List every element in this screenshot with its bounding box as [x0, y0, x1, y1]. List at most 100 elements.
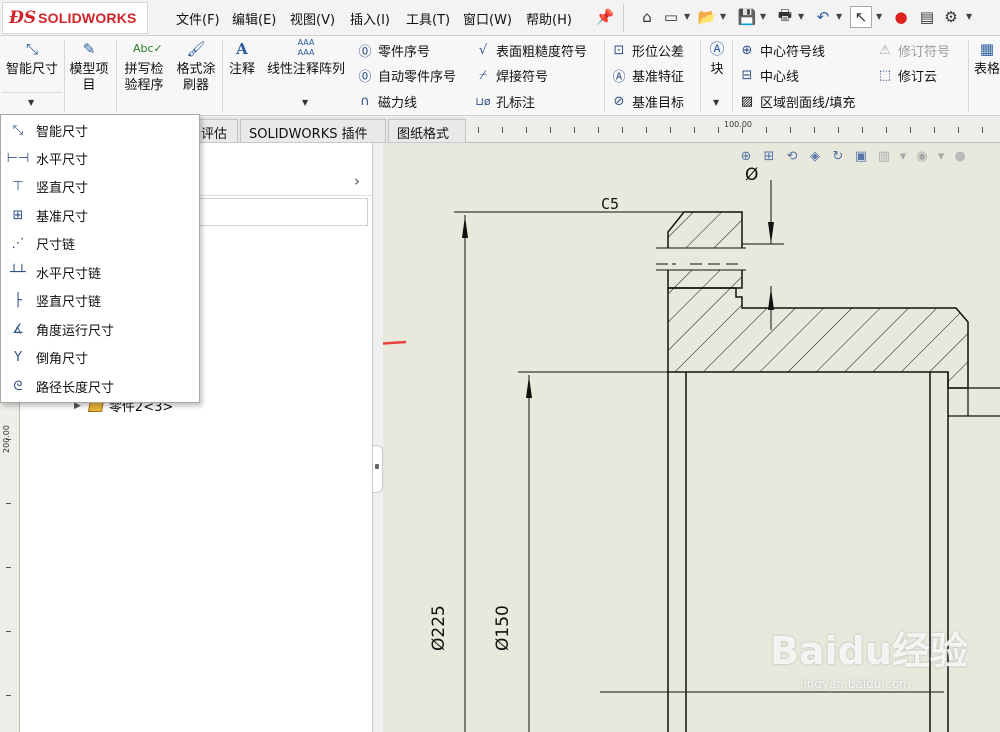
view-orientation-icon[interactable]: ▣	[851, 147, 871, 167]
tab-sheet-format[interactable]: 图纸格式	[388, 119, 466, 142]
auto-balloon-button[interactable]: ⓪ 自动零件序号	[356, 66, 456, 85]
appearance-icon[interactable]: ●	[950, 147, 970, 167]
menu-item-horizontal-dimension[interactable]: ⊢⊣ 水平尺寸	[2, 144, 198, 172]
revision-cloud-button[interactable]: ⬚ 修订云	[876, 66, 937, 85]
menu-item-label: 智能尺寸	[36, 124, 89, 140]
hide-show-icon[interactable]: ◉	[912, 147, 932, 167]
chevron-down-icon[interactable]: ▼	[720, 12, 726, 21]
format-painter-label: 格式涂刷器	[176, 62, 216, 93]
block-button[interactable]: Ⓐ 块	[704, 38, 730, 78]
menu-help[interactable]: 帮助(H)	[526, 9, 572, 28]
menu-tools[interactable]: 工具(T)	[406, 9, 450, 28]
rebuild-icon[interactable]: ●	[890, 6, 912, 28]
diameter-dimension-symbol[interactable]: Ø	[745, 165, 758, 185]
display-style-icon[interactable]: ▥	[874, 147, 894, 167]
menu-file[interactable]: 文件(F)	[176, 9, 220, 28]
menu-item-chamfer-dimension[interactable]: Y 倒角尺寸	[2, 343, 198, 371]
chevron-down-icon[interactable]: ▾	[935, 147, 947, 167]
table-button[interactable]: ▦ 表格	[972, 38, 1000, 78]
menu-item-ordinate-dimension[interactable]: ⋰ 尺寸链	[2, 229, 198, 257]
home-icon[interactable]: ⌂	[636, 6, 658, 28]
panel-splitter-handle[interactable]	[373, 445, 383, 493]
magnetic-line-button[interactable]: ∩ 磁力线	[356, 92, 417, 111]
hole-callout-button[interactable]: ⊔ø 孔标注	[474, 92, 535, 111]
rotate-icon[interactable]: ↻	[828, 147, 848, 167]
dimension-arrow	[462, 216, 468, 238]
dimension-225-label[interactable]: Ø225	[429, 591, 449, 651]
save-icon[interactable]: 💾	[736, 6, 758, 28]
chevron-down-icon[interactable]: ▾	[897, 147, 909, 167]
menu-item-path-length[interactable]: ᘓ 路径长度尺寸	[2, 372, 198, 400]
datum-feature-button[interactable]: Ⓐ 基准特征	[610, 66, 684, 85]
toolbar-separator	[623, 4, 624, 32]
ribbon-separator	[968, 40, 969, 112]
surface-finish-button[interactable]: √ 表面粗糙度符号	[474, 41, 587, 60]
smart-dimension-button[interactable]: ⤡ 智能尺寸	[2, 38, 62, 78]
center-mark-button[interactable]: ⊕ 中心符号线	[738, 41, 825, 60]
menu-insert[interactable]: 插入(I)	[350, 9, 390, 28]
chevron-down-icon[interactable]: ▼	[876, 12, 882, 21]
area-hatch-button[interactable]: ▨ 区域剖面线/填充	[738, 92, 856, 111]
centerline-button[interactable]: ⊟ 中心线	[738, 66, 799, 85]
dimension-150-label[interactable]: Ø150	[493, 591, 513, 651]
chevron-down-icon[interactable]: ▼	[836, 12, 842, 21]
geometric-tolerance-button[interactable]: ⊡ 形位公差	[610, 41, 684, 60]
chevron-down-icon[interactable]: ▼	[684, 12, 690, 21]
chevron-down-icon[interactable]: ▼	[713, 98, 719, 107]
filter-input[interactable]	[198, 198, 368, 226]
balloon-button[interactable]: ⓪ 零件序号	[356, 41, 430, 60]
vertical-dimension-icon: ⊤	[12, 178, 24, 194]
new-document-icon[interactable]: ▭	[660, 6, 682, 28]
section-view-icon[interactable]: ◈	[805, 147, 825, 167]
horizontal-ruler: 100.00	[466, 117, 1000, 143]
print-icon[interactable]: 🖶	[774, 6, 796, 28]
ruler-v-label: 200.00	[2, 425, 11, 453]
chevron-down-icon[interactable]: ▼	[760, 12, 766, 21]
menu-item-angular-running[interactable]: ∡ 角度运行尺寸	[2, 315, 198, 343]
chevron-right-icon[interactable]: ›	[354, 172, 360, 190]
menu-edit[interactable]: 编辑(E)	[232, 9, 276, 28]
zoom-to-area-icon[interactable]: ⊞	[759, 147, 779, 167]
solidworks-logo[interactable]: ƉS SOLIDWORKS	[2, 2, 148, 34]
tab-evaluate[interactable]: 评估	[196, 119, 238, 142]
menu-item-baseline-dimension[interactable]: ⊞ 基准尺寸	[2, 201, 198, 229]
settings-icon[interactable]: ⚙	[940, 6, 962, 28]
pin-icon[interactable]: 📌	[594, 6, 616, 28]
ds-logo-mark: ƉS	[9, 8, 37, 28]
menu-view[interactable]: 视图(V)	[290, 9, 335, 28]
menu-item-horizontal-ordinate[interactable]: ┴┴ 水平尺寸链	[2, 258, 198, 286]
datum-target-button[interactable]: ⊘ 基准目标	[610, 92, 684, 111]
chevron-down-icon[interactable]: ▼	[798, 12, 804, 21]
weld-symbol-icon: ⌿	[479, 68, 487, 83]
undo-icon[interactable]: ↶	[812, 6, 834, 28]
model-items-button[interactable]: ✎ 模型项目	[66, 38, 112, 94]
previous-view-icon[interactable]: ⟲	[782, 147, 802, 167]
note-button[interactable]: A 注释	[226, 38, 258, 78]
format-painter-button[interactable]: 🖌 格式涂刷器	[172, 38, 220, 94]
center-mark-label: 中心符号线	[760, 45, 826, 60]
table-icon: ▦	[979, 40, 995, 58]
chevron-down-icon[interactable]: ▼	[302, 98, 308, 107]
revision-symbol-button[interactable]: ⚠ 修订符号	[876, 41, 950, 60]
tab-solidworks-addins[interactable]: SOLIDWORKS 插件	[240, 119, 386, 142]
menu-item-vertical-dimension[interactable]: ⊤ 竖直尺寸	[2, 172, 198, 200]
ordinate-dimension-icon: ⋰	[11, 235, 25, 251]
chevron-down-icon[interactable]: ▼	[966, 12, 972, 21]
datum-feature-icon: Ⓐ	[612, 70, 626, 85]
menu-item-vertical-ordinate[interactable]: ├ 竖直尺寸链	[2, 286, 198, 314]
menu-window[interactable]: 窗口(W)	[463, 9, 512, 28]
smart-dimension-dropdown[interactable]: ▼	[2, 92, 62, 112]
open-icon[interactable]: 📂	[696, 6, 718, 28]
weld-symbol-button[interactable]: ⌿ 焊接符号	[474, 66, 548, 85]
revision-symbol-icon: ⚠	[879, 43, 891, 58]
menu-item-smart-dimension[interactable]: ⤡ 智能尺寸	[2, 116, 198, 144]
chamfer-dimension-label[interactable]: C5	[601, 195, 619, 213]
options-icon[interactable]: ▤	[916, 6, 938, 28]
menu-item-label: 基准尺寸	[36, 209, 89, 225]
menu-item-label: 尺寸链	[36, 237, 76, 253]
linear-note-pattern-button[interactable]: AAA AAA 线性注释阵列	[262, 38, 350, 78]
select-icon[interactable]: ↖	[850, 6, 872, 28]
zoom-to-fit-icon[interactable]: ⊕	[736, 147, 756, 167]
block-icon: Ⓐ	[709, 40, 725, 58]
spell-check-button[interactable]: Abc✓ 拼写检验程序	[120, 38, 168, 94]
